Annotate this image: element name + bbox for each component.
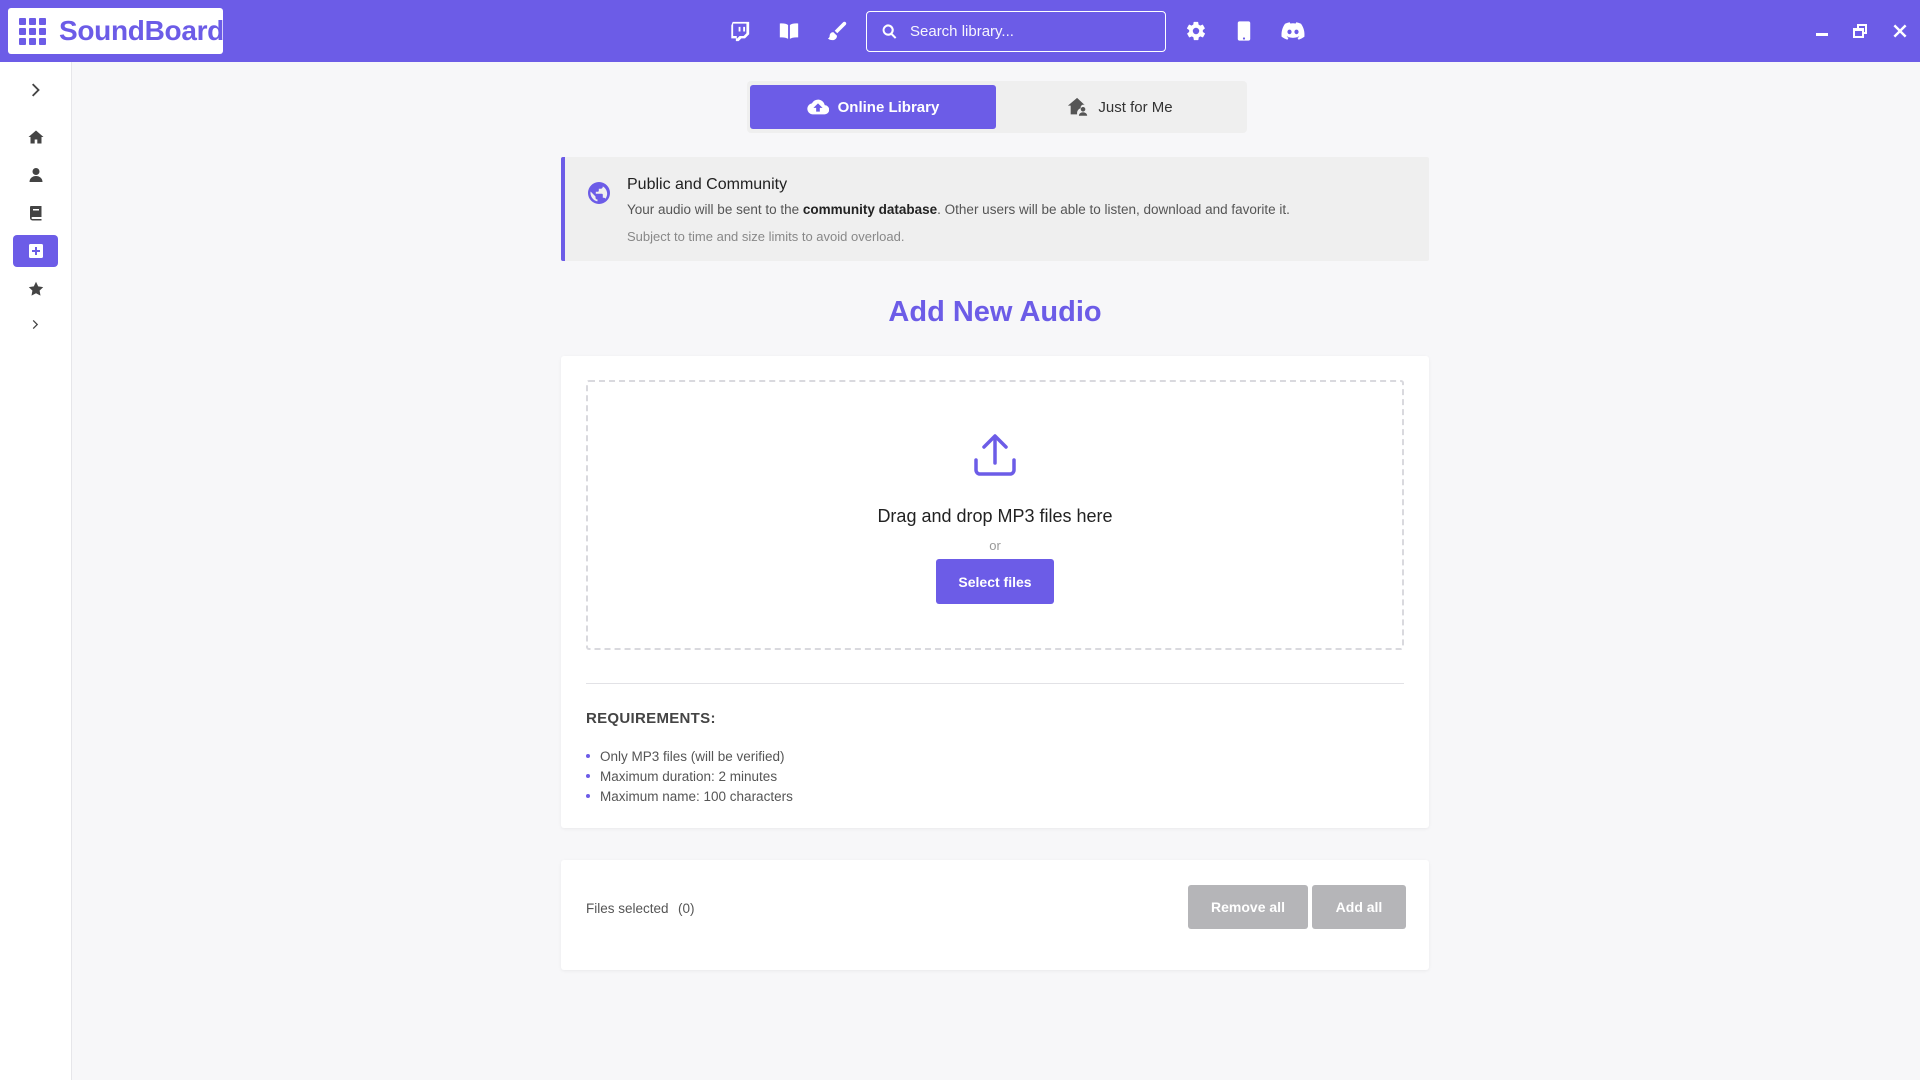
search-input[interactable] [910, 23, 1150, 40]
info-banner: Public and Community Your audio will be … [561, 157, 1429, 261]
discord-icon[interactable] [1280, 19, 1306, 43]
restore-icon[interactable] [1848, 19, 1872, 43]
upload-icon [972, 432, 1018, 478]
paint-brush-icon[interactable] [825, 19, 849, 43]
info-highlight: community database [802, 202, 938, 217]
sidebar-item-profile[interactable] [13, 159, 58, 191]
book-icon [29, 206, 41, 221]
divider [586, 683, 1404, 684]
list-item: Maximum duration: 2 minutes [586, 766, 793, 786]
gear-icon[interactable] [1184, 19, 1208, 43]
sidebar-item-favorites[interactable] [13, 273, 58, 305]
chevron-right-small-icon [32, 319, 39, 329]
sidebar-item-add-audio[interactable] [13, 235, 58, 267]
list-item: Only MP3 files (will be verified) [586, 746, 793, 766]
bullet [586, 794, 590, 798]
search-bar[interactable] [866, 11, 1166, 52]
drop-zone-or: or [989, 538, 1001, 553]
minimize-icon[interactable] [1810, 19, 1834, 43]
grid-icon [19, 17, 46, 45]
select-files-button[interactable]: Select files [936, 559, 1054, 604]
bullet [586, 774, 590, 778]
star-icon [28, 281, 43, 296]
add-all-button[interactable]: Add all [1312, 885, 1406, 929]
home-icon [28, 130, 43, 144]
drop-zone-title: Drag and drop MP3 files here [877, 506, 1113, 526]
user-icon [29, 168, 42, 182]
sidebar [0, 62, 72, 1080]
sidebar-more-button[interactable] [13, 308, 58, 340]
globe-icon [587, 181, 611, 205]
list-item: Maximum name: 100 characters [586, 786, 793, 806]
top-bar: SoundBoard [0, 0, 1920, 62]
files-selected-label: Files selected [586, 901, 669, 916]
tab-online-library[interactable]: Online Library [750, 85, 996, 129]
close-icon[interactable] [1888, 19, 1912, 43]
page-title: Add New Audio [888, 296, 1102, 328]
book-open-icon[interactable] [777, 19, 801, 43]
sidebar-item-home[interactable] [13, 121, 58, 153]
tab-online-library-label: Online Library [837, 98, 940, 116]
requirements-list: Only MP3 files (will be verified) Maximu… [586, 746, 793, 806]
tab-just-for-me-label: Just for Me [1098, 98, 1173, 116]
bullet [586, 754, 590, 758]
sidebar-item-library[interactable] [13, 197, 58, 229]
house-user-icon [1068, 97, 1088, 116]
info-description: Your audio will be sent to the community… [627, 202, 1290, 217]
library-tabs: Online Library Just for Me [747, 81, 1247, 133]
search-icon [882, 24, 897, 39]
app-logo[interactable]: SoundBoard [8, 8, 224, 54]
tab-just-for-me[interactable]: Just for Me [997, 85, 1243, 129]
upload-card: Drag and drop MP3 files here or Select f… [561, 356, 1429, 828]
files-selected-count: (0) [678, 901, 695, 916]
drop-zone[interactable]: Drag and drop MP3 files here or Select f… [586, 380, 1404, 650]
requirements-title: REQUIREMENTS: [586, 710, 716, 727]
remove-all-button[interactable]: Remove all [1188, 885, 1308, 929]
files-card: Files selected (0) Remove all Add all [561, 860, 1429, 970]
chevron-right-icon [31, 83, 40, 97]
sidebar-expand-button[interactable] [13, 74, 58, 106]
info-title: Public and Community [627, 176, 788, 193]
info-subtext: Subject to time and size limits to avoid… [627, 229, 905, 244]
cloud-upload-icon [806, 99, 829, 115]
mobile-icon[interactable] [1232, 19, 1256, 43]
plus-square-icon [28, 244, 43, 258]
app-name: SoundBoard [59, 15, 224, 46]
twitch-icon[interactable] [728, 19, 752, 43]
